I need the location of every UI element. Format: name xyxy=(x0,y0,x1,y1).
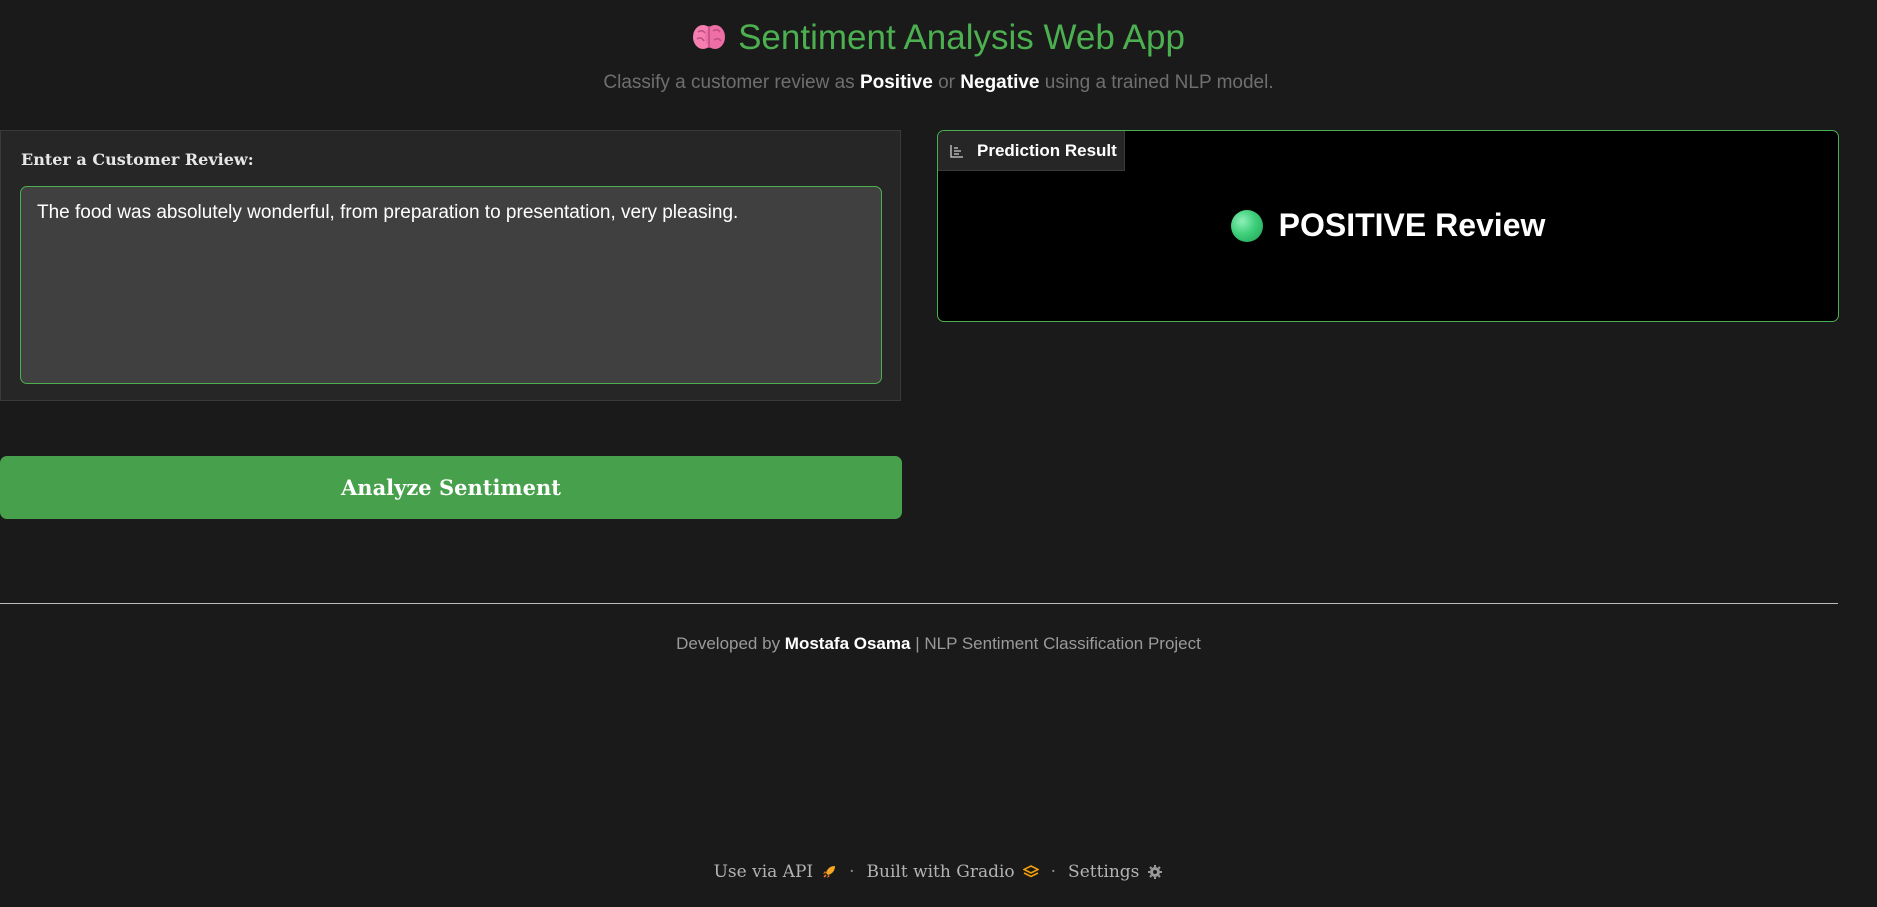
built-with-gradio-label: Built with Gradio xyxy=(866,862,1015,882)
app-page: Sentiment Analysis Web App Classify a cu… xyxy=(0,0,1877,907)
credit-prefix: Developed by xyxy=(676,634,785,653)
subtitle-positive: Positive xyxy=(859,72,933,93)
page-title: Sentiment Analysis Web App xyxy=(0,14,1877,62)
prediction-result-panel: Prediction Result POSITIVE Review xyxy=(937,130,1839,322)
gear-icon xyxy=(1148,865,1163,879)
credit-line: Developed by Mostafa Osama | NLP Sentime… xyxy=(0,634,1877,654)
brain-icon xyxy=(693,24,726,49)
analyze-sentiment-button[interactable]: Analyze Sentiment xyxy=(0,456,902,519)
credit-suffix: | NLP Sentiment Classification Project xyxy=(910,634,1201,653)
rocket-icon xyxy=(823,866,836,878)
prediction-result-label: Prediction Result xyxy=(977,140,1117,160)
title-text: Sentiment Analysis Web App xyxy=(738,18,1185,57)
positive-indicator-icon xyxy=(1230,209,1263,242)
use-via-api-link[interactable]: Use via API xyxy=(714,862,838,882)
prediction-text: POSITIVE Review xyxy=(1278,207,1546,243)
footer: Use via API · Built with Gradio · Settin… xyxy=(0,862,1877,882)
subtitle-or: or xyxy=(932,72,961,93)
gradio-logo-icon xyxy=(1022,865,1039,878)
review-input-label: Enter a Customer Review: xyxy=(21,150,254,169)
header: Sentiment Analysis Web App Classify a cu… xyxy=(0,14,1877,94)
footer-separator: · xyxy=(1050,862,1057,882)
built-with-gradio-link[interactable]: Built with Gradio xyxy=(867,862,1039,882)
divider xyxy=(0,603,1838,604)
settings-label: Settings xyxy=(1068,862,1140,882)
footer-separator: · xyxy=(849,862,855,882)
review-textarea[interactable]: The food was absolutely wonderful, from … xyxy=(20,186,882,384)
use-via-api-label: Use via API xyxy=(713,862,814,882)
bar-chart-icon xyxy=(950,144,963,158)
credit-author: Mostafa Osama xyxy=(784,634,911,653)
subtitle-prefix: Classify a customer review as xyxy=(603,72,860,93)
review-input-panel: Enter a Customer Review: The food was ab… xyxy=(0,130,901,401)
prediction-output: POSITIVE Review xyxy=(938,207,1838,244)
prediction-result-tab: Prediction Result xyxy=(938,131,1125,171)
settings-link[interactable]: Settings xyxy=(1068,862,1163,882)
subtitle-negative: Negative xyxy=(960,72,1040,93)
subtitle-suffix: using a trained NLP model. xyxy=(1039,72,1274,93)
subtitle: Classify a customer review as Positive o… xyxy=(0,72,1877,94)
